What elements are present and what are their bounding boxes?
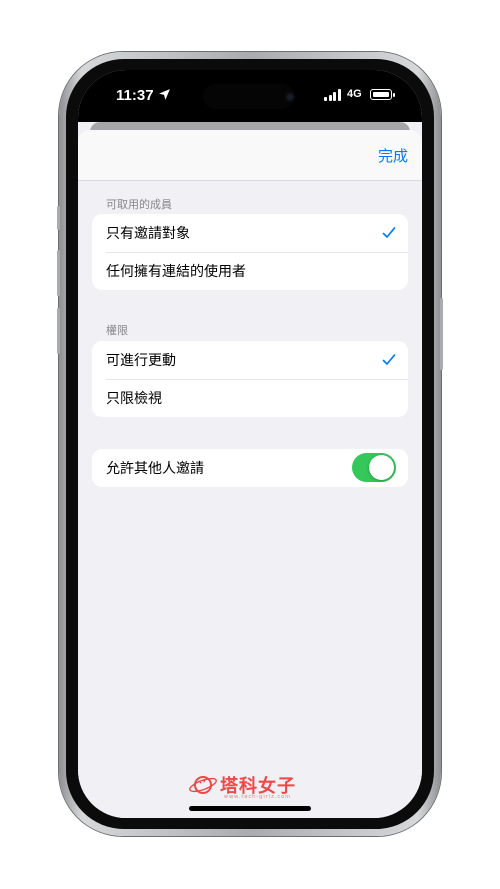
dynamic-island — [203, 84, 295, 109]
phone-screen: 11:37 4G 完成 可取用的成員 只有邀請對象 任何擁有連結的使用者 權限 … — [78, 70, 422, 818]
planet-logo-icon — [189, 776, 217, 794]
checkmark-icon — [382, 354, 396, 365]
option-invited-only[interactable]: 只有邀請對象 — [92, 214, 408, 252]
option-label: 可進行更動 — [106, 353, 176, 369]
volume-up-button — [57, 250, 60, 296]
permissions-options-group: 可進行更動 只限檢視 — [92, 341, 408, 417]
navigation-bar: 完成 — [78, 130, 422, 181]
done-button[interactable]: 完成 — [378, 145, 408, 166]
option-label: 只限檢視 — [106, 391, 162, 407]
allow-others-invite-row: 允許其他人邀請 — [92, 449, 408, 487]
location-arrow-icon — [159, 89, 170, 100]
option-label: 任何擁有連結的使用者 — [106, 264, 246, 280]
option-anyone-with-link[interactable]: 任何擁有連結的使用者 — [92, 252, 408, 290]
option-view-only[interactable]: 只限檢視 — [92, 379, 408, 417]
status-time: 11:37 — [116, 87, 154, 104]
watermark-url: www.tech-girlz.com — [224, 794, 292, 800]
status-bar: 11:37 4G — [78, 70, 422, 122]
share-options-sheet: 完成 可取用的成員 只有邀請對象 任何擁有連結的使用者 權限 可進行更動 只限檢… — [78, 130, 422, 818]
option-label: 只有邀請對象 — [106, 226, 190, 242]
invite-setting-group: 允許其他人邀請 — [92, 449, 408, 487]
network-type: 4G — [347, 88, 362, 100]
members-section-header: 可取用的成員 — [106, 198, 172, 211]
cellular-signal-icon — [324, 89, 341, 101]
battery-icon — [370, 89, 395, 100]
permissions-section-header: 權限 — [106, 324, 128, 337]
front-camera — [285, 92, 295, 102]
battery-level — [372, 91, 389, 97]
volume-down-button — [57, 308, 60, 354]
home-indicator[interactable] — [189, 806, 311, 811]
site-watermark: 塔科女子 www.tech-girlz.com — [188, 772, 316, 800]
checkmark-icon — [382, 227, 396, 238]
allow-others-invite-label: 允許其他人邀請 — [106, 461, 204, 477]
allow-others-invite-toggle[interactable] — [352, 453, 396, 482]
members-options-group: 只有邀請對象 任何擁有連結的使用者 — [92, 214, 408, 290]
action-button — [57, 206, 60, 230]
toggle-knob — [369, 455, 394, 480]
power-button — [440, 298, 443, 370]
option-can-make-changes[interactable]: 可進行更動 — [92, 341, 408, 379]
